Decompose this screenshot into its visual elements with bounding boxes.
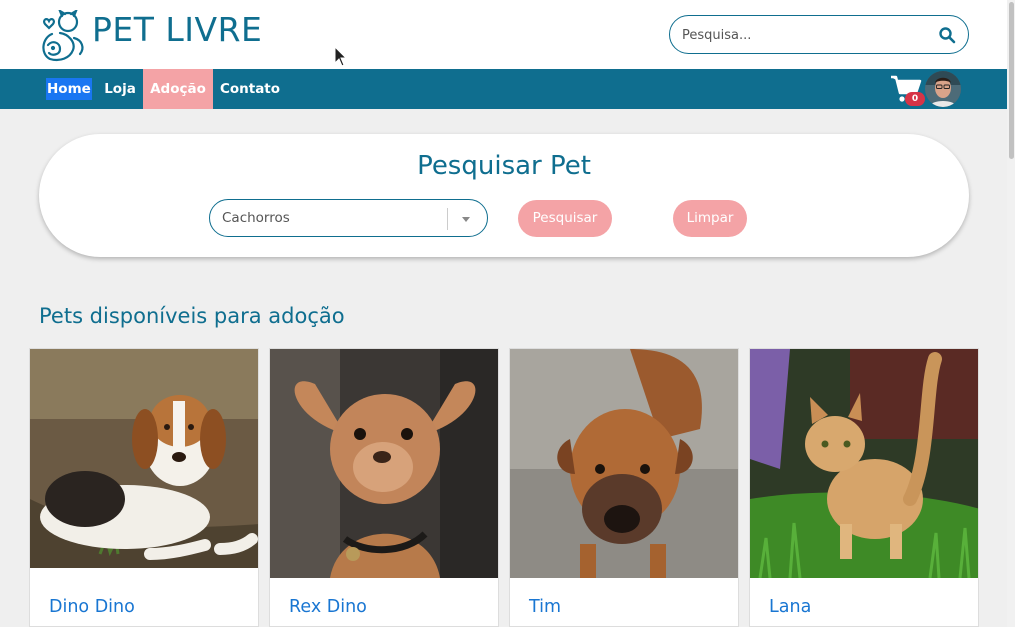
nav-adocao[interactable]: Adoção xyxy=(143,69,213,109)
main-nav: Home Loja Adoção Contato xyxy=(0,69,1007,109)
pet-name[interactable]: Tim xyxy=(529,597,561,617)
panel-title: Pesquisar Pet xyxy=(417,151,591,181)
pet-photo xyxy=(270,349,498,578)
search-pet-button[interactable]: Pesquisar xyxy=(518,200,612,237)
header: PET LIVRE xyxy=(0,0,1007,69)
brand-name: PET LIVRE xyxy=(92,9,263,49)
mouse-cursor-icon xyxy=(334,46,348,67)
nav-home[interactable]: Home xyxy=(46,69,92,109)
section-title: Pets disponíveis para adoção xyxy=(39,304,345,328)
pet-name[interactable]: Lana xyxy=(769,597,811,617)
pet-search-panel: Pesquisar Pet Cachorros Pesquisar Limpar xyxy=(39,134,969,257)
pet-photo xyxy=(30,349,258,568)
pet-logo-icon xyxy=(42,10,84,62)
logo[interactable]: PET LIVRE xyxy=(38,10,262,62)
nav-contato[interactable]: Contato xyxy=(219,69,281,109)
chevron-down-icon xyxy=(462,217,470,222)
pet-card[interactable]: Rex Dino xyxy=(269,348,499,627)
pet-card[interactable]: Lana xyxy=(749,348,979,627)
pet-card[interactable]: Dino Dino xyxy=(29,348,259,627)
scrollbar-thumb[interactable] xyxy=(1009,2,1014,159)
select-divider xyxy=(447,208,448,230)
cart-count-badge: 0 xyxy=(905,92,925,106)
nav-home-label: Home xyxy=(46,78,92,100)
pet-name[interactable]: Dino Dino xyxy=(49,597,135,617)
user-photo xyxy=(925,71,961,107)
pet-photo xyxy=(750,349,978,578)
pet-photo xyxy=(510,349,738,578)
species-select[interactable]: Cachorros xyxy=(209,199,488,237)
search-icon[interactable] xyxy=(938,26,956,44)
pet-card[interactable]: Tim xyxy=(509,348,739,627)
species-select-value: Cachorros xyxy=(222,210,290,226)
nav-loja[interactable]: Loja xyxy=(102,69,138,109)
search-box xyxy=(669,15,969,54)
search-input[interactable] xyxy=(682,24,922,46)
user-avatar[interactable] xyxy=(925,71,961,107)
clear-button[interactable]: Limpar xyxy=(673,200,747,237)
pet-name[interactable]: Rex Dino xyxy=(289,597,367,617)
